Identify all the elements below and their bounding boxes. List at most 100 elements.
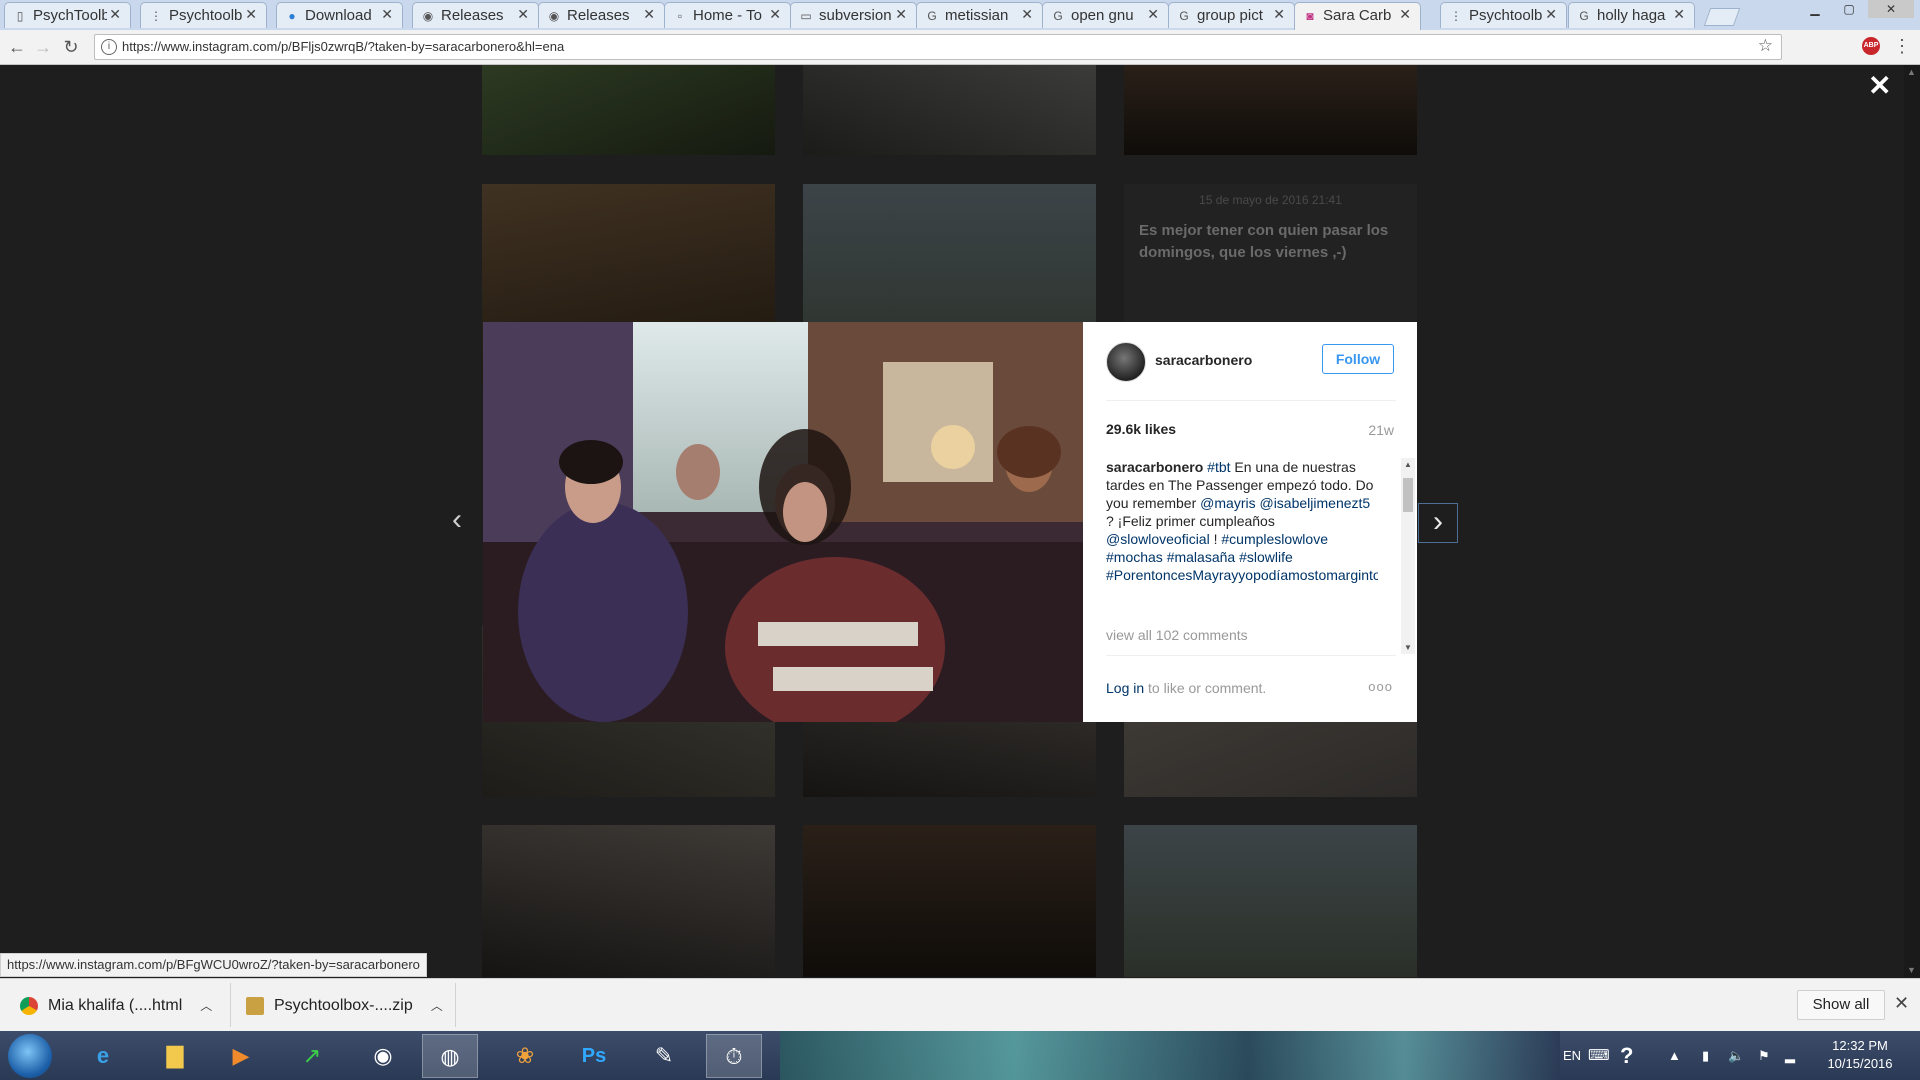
next-post-arrow-icon[interactable]: › [1418, 503, 1458, 543]
tab-close-icon[interactable]: ✕ [643, 6, 655, 23]
tab-close-icon[interactable]: ✕ [109, 6, 121, 23]
likes-count[interactable]: 29.6k likes [1106, 421, 1176, 437]
menu-icon[interactable]: ⋮ [1893, 36, 1911, 57]
hashtag[interactable]: #tbt [1207, 459, 1230, 475]
follow-button[interactable]: Follow [1322, 344, 1394, 374]
chrome-taskbar-icon[interactable]: ◍ [422, 1034, 478, 1078]
adblock-icon[interactable]: ABP [1862, 37, 1880, 55]
comments-scrollbar[interactable]: ▲ ▼ [1401, 458, 1415, 654]
comment-text: ! [1213, 531, 1218, 547]
timer-app-icon[interactable]: ⏱ [706, 1034, 762, 1078]
browser-tab[interactable]: ◉ Releases ✕ [412, 2, 539, 28]
comment-username[interactable]: saracarbonero [1106, 459, 1203, 475]
help-icon[interactable]: ? [1620, 1031, 1633, 1080]
browser-tab[interactable]: ⋮ Psychtoolb ✕ [1440, 2, 1567, 28]
chevron-up-icon[interactable]: ︿ [431, 991, 443, 1021]
tab-close-icon[interactable]: ✕ [1399, 6, 1411, 23]
login-prompt: Log in to like or comment. [1106, 680, 1267, 696]
signal-icon[interactable]: ▂ [1785, 1031, 1795, 1080]
volume-icon[interactable]: 🔈 [1728, 1031, 1744, 1080]
browser-tab[interactable]: ◉ Releases ✕ [538, 2, 665, 28]
keyboard-icon[interactable]: ⌨ [1588, 1031, 1610, 1080]
mention[interactable]: @isabeljimenezt5 [1259, 495, 1370, 511]
chevron-up-icon[interactable]: ︿ [200, 991, 212, 1021]
grid-thumbnail[interactable] [1124, 825, 1417, 977]
username[interactable]: saracarbonero [1155, 352, 1252, 368]
address-bar[interactable]: i https://www.instagram.com/p/BFljs0zwrq… [94, 34, 1782, 60]
reload-icon[interactable]: ↻ [60, 36, 82, 58]
close-modal-icon[interactable]: ✕ [1868, 69, 1891, 102]
file-explorer-icon[interactable]: ▇ [147, 1034, 203, 1078]
minimize-icon[interactable]: ▁ [1800, 0, 1830, 18]
show-all-downloads-button[interactable]: Show all [1797, 990, 1885, 1020]
language-indicator[interactable]: EN [1563, 1031, 1581, 1080]
browser-tab[interactable]: ▫ Home - To ✕ [664, 2, 791, 28]
maximize-icon[interactable]: ▢ [1834, 0, 1864, 18]
browser-tab[interactable]: Gmetissian ✕ [916, 2, 1043, 28]
view-all-comments-link[interactable]: view all 102 comments [1106, 627, 1248, 643]
stock-chart-icon[interactable]: ↗ [284, 1034, 340, 1078]
psychtoolbox-icon: ⋮ [1450, 9, 1462, 23]
scrollbar-thumb[interactable] [1403, 478, 1413, 512]
internet-explorer-icon[interactable]: e [75, 1034, 131, 1078]
tab-close-icon[interactable]: ✕ [1273, 6, 1285, 23]
grid-thumbnail[interactable] [803, 65, 1096, 155]
action-center-flag-icon[interactable]: ⚑ [1758, 1031, 1770, 1080]
url-text[interactable]: https://www.instagram.com/p/BFljs0zwrqB/… [122, 39, 564, 54]
page-overlay[interactable]: 15 de mayo de 2016 21:41 Es mejor tener … [0, 65, 1920, 977]
bookmark-star-icon[interactable]: ☆ [1758, 36, 1773, 56]
grid-thumbnail[interactable] [1124, 65, 1417, 155]
page-scrollbar[interactable]: ▲ ▼ [1904, 65, 1920, 977]
start-button-icon[interactable] [8, 1034, 52, 1078]
scroll-up-icon[interactable]: ▲ [1907, 67, 1916, 77]
battery-icon[interactable]: ▮ [1702, 1031, 1709, 1080]
window-close-icon[interactable]: ✕ [1868, 0, 1914, 18]
browser-tab[interactable]: ● Download ✕ [276, 2, 403, 28]
browser-tab[interactable]: ▭ subversion ✕ [790, 2, 917, 28]
scroll-down-icon[interactable]: ▼ [1404, 643, 1412, 652]
browser-tab-active[interactable]: ◙ Sara Carb ✕ [1294, 2, 1421, 30]
info-icon[interactable]: i [101, 39, 117, 55]
page-icon: ▭ [800, 9, 812, 23]
tab-close-icon[interactable]: ✕ [1021, 6, 1033, 23]
tab-close-icon[interactable]: ✕ [1147, 6, 1159, 23]
browser-tab[interactable]: Gopen gnu ✕ [1042, 2, 1169, 28]
tab-close-icon[interactable]: ✕ [1673, 6, 1685, 23]
new-tab-button[interactable] [1703, 8, 1741, 26]
system-clock[interactable]: 12:32 PM 10/15/2016 [1810, 1037, 1910, 1073]
tab-close-icon[interactable]: ✕ [245, 6, 257, 23]
tab-close-icon[interactable]: ✕ [895, 6, 907, 23]
photoshop-icon[interactable]: Ps [566, 1034, 622, 1078]
tab-close-icon[interactable]: ✕ [517, 6, 529, 23]
previous-post-arrow-icon[interactable]: ‹ [452, 503, 462, 537]
show-hidden-icons-icon[interactable]: ▲ [1668, 1031, 1681, 1080]
grid-thumbnail[interactable] [482, 65, 775, 155]
browser-tab[interactable]: Gholly haga ✕ [1568, 2, 1695, 28]
fl-studio-icon[interactable]: ❀ [497, 1034, 553, 1078]
scroll-down-icon[interactable]: ▼ [1907, 965, 1916, 975]
mention[interactable]: @mayris [1200, 495, 1255, 511]
browser-tab[interactable]: Ggroup pict ✕ [1168, 2, 1295, 28]
browser-tab[interactable]: ▯PsychToolbox✕ [4, 2, 131, 28]
tab-close-icon[interactable]: ✕ [1545, 6, 1557, 23]
back-icon[interactable]: ← [6, 36, 28, 58]
close-download-bar-icon[interactable]: ✕ [1894, 993, 1909, 1014]
forward-icon[interactable]: → [32, 36, 54, 58]
paint-icon[interactable]: ✎ [636, 1034, 692, 1078]
post-photo[interactable] [483, 322, 1083, 722]
scroll-up-icon[interactable]: ▲ [1404, 460, 1412, 469]
grid-thumbnail[interactable] [803, 825, 1096, 977]
login-link[interactable]: Log in [1106, 680, 1144, 696]
grid-thumbnail[interactable] [482, 825, 775, 977]
browser-tab[interactable]: ⋮Psychtoolbox✕ [140, 2, 267, 28]
more-options-icon[interactable]: ooo [1368, 679, 1393, 694]
download-item[interactable]: Psychtoolbox-....zip ︿ [246, 991, 443, 1021]
post-caption: Es mejor tener con quien pasar los domin… [1139, 222, 1389, 261]
avatar[interactable] [1106, 342, 1146, 382]
mention[interactable]: @slowloveoficial [1106, 531, 1210, 547]
download-item[interactable]: Mia khalifa (....html ︿ [20, 991, 212, 1021]
wifi-icon[interactable]: ◉ [355, 1034, 411, 1078]
media-player-icon[interactable]: ▶ [213, 1034, 269, 1078]
tab-close-icon[interactable]: ✕ [769, 6, 781, 23]
tab-close-icon[interactable]: ✕ [381, 6, 393, 23]
